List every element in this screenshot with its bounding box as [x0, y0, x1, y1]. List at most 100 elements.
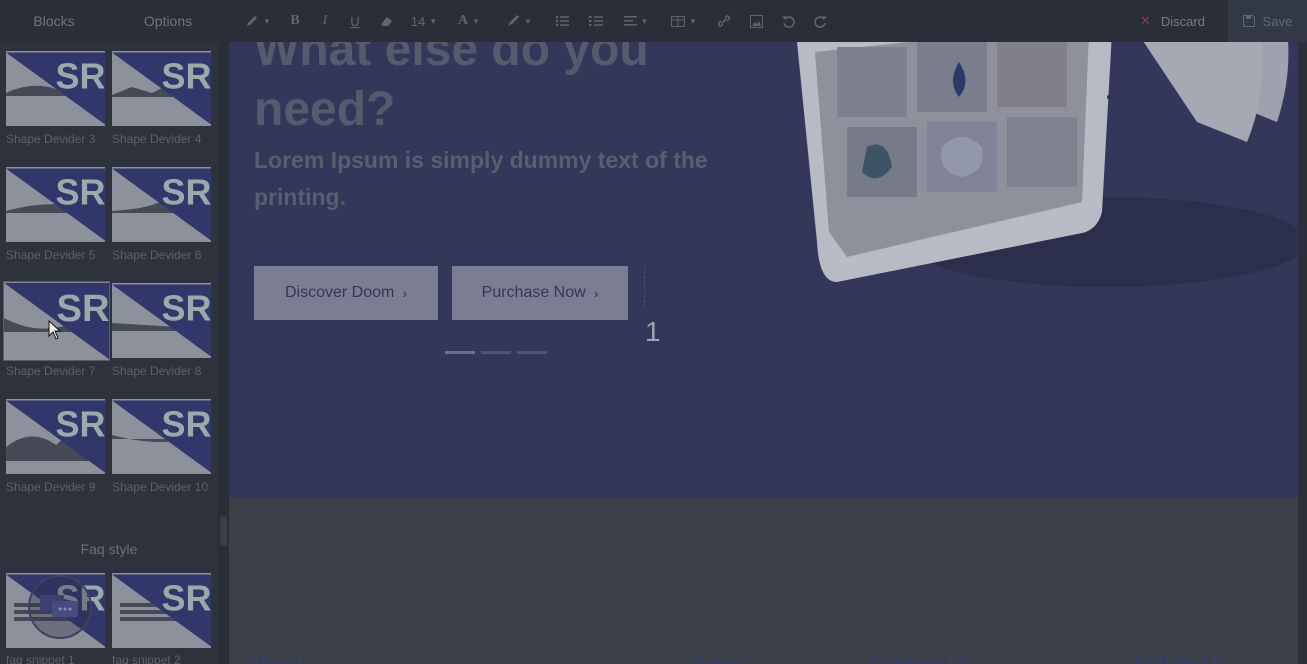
underline-icon[interactable]: U: [340, 0, 370, 42]
font-color-icon: A: [457, 13, 469, 28]
chat-icon: [40, 595, 78, 617]
svg-text:SR: SR: [162, 578, 212, 619]
footer-heading-follow: Follow Us: [1134, 654, 1228, 664]
block-thumbnail[interactable]: SR: [112, 283, 211, 358]
link-icon[interactable]: [708, 0, 740, 42]
brush-icon: [508, 15, 520, 26]
font-size-value: 14: [410, 13, 426, 29]
pen-tool-dropdown[interactable]: ▼: [236, 0, 280, 42]
sr-badge-icon: SR: [112, 400, 212, 473]
image-icon[interactable]: [740, 0, 772, 42]
align-left-icon: [623, 16, 637, 26]
sr-badge-icon: SR: [6, 168, 106, 241]
faq-section-heading: Faq style: [80, 541, 138, 557]
sr-badge-icon: SR: [6, 400, 106, 473]
block-label: faq snippet 2: [112, 653, 181, 664]
chevron-right-icon: ›: [593, 285, 599, 301]
block-label: Shape Devider 5: [6, 248, 96, 262]
content-section: [229, 498, 1298, 664]
discover-button[interactable]: Discover Doom ›: [254, 266, 438, 320]
block-thumbnail[interactable]: SR: [112, 51, 211, 126]
discover-button-label: Discover Doom: [284, 284, 395, 301]
italic-icon[interactable]: I: [310, 0, 340, 42]
block-label: Shape Devider 3: [6, 132, 96, 146]
sidebar-scrollbar[interactable]: [218, 42, 229, 664]
floppy-disk-icon: [1242, 15, 1255, 27]
block-label: Shape Devider 4: [112, 132, 202, 146]
table-dropdown[interactable]: ▼: [660, 0, 708, 42]
close-icon: ✕: [1140, 13, 1151, 28]
block-label: faq snippet 1: [6, 653, 75, 664]
hero-title: What else do you need?: [254, 42, 649, 136]
highlight-dropdown[interactable]: ▼: [494, 0, 544, 42]
sr-badge-icon: SR: [112, 284, 212, 357]
text-color-dropdown[interactable]: A ▼: [444, 0, 494, 42]
footer-heading-about: About: [246, 654, 304, 664]
mouse-cursor-icon: [48, 320, 62, 340]
slider-dot[interactable]: [517, 351, 547, 354]
chevron-down-icon: ▼: [640, 16, 649, 26]
block-thumbnail[interactable]: SR: [6, 167, 105, 242]
slider-dot[interactable]: [481, 351, 511, 354]
discard-label: Discard: [1160, 13, 1205, 29]
hero-section: What else do you need? Lorem Ipsum is si…: [229, 42, 1298, 498]
svg-text:SR: SR: [162, 404, 212, 445]
svg-text:SR: SR: [162, 288, 212, 329]
sidebar-scroll-thumb[interactable]: [220, 516, 227, 546]
block-label: Shape Devider 6: [112, 248, 202, 262]
tab-options[interactable]: Options: [108, 0, 228, 42]
block-thumbnail[interactable]: SR: [112, 167, 211, 242]
svg-text:SR: SR: [162, 172, 212, 213]
bold-icon[interactable]: B: [280, 0, 310, 42]
bullet-list-icon[interactable]: [544, 0, 580, 42]
chevron-down-icon: ▼: [263, 16, 271, 26]
font-size-select[interactable]: 14 ▼: [404, 0, 444, 42]
svg-text:SR: SR: [162, 56, 212, 97]
tab-blocks[interactable]: Blocks: [0, 0, 108, 42]
block-label: Shape Devider 7: [6, 364, 96, 378]
divider: [644, 266, 645, 308]
svg-text:SR: SR: [56, 404, 106, 445]
tablet-product-image: [797, 42, 1297, 287]
hero-subtitle: Lorem Ipsum is simply dummy text of the …: [254, 147, 708, 210]
faq-thumbnail[interactable]: SR: [112, 573, 211, 648]
footer-heading-contact: Contact Us: [868, 654, 974, 664]
block-thumbnail[interactable]: SR: [112, 399, 211, 474]
block-thumbnail[interactable]: SR: [6, 399, 105, 474]
chevron-down-icon: ▼: [689, 16, 697, 26]
chevron-down-icon: ▼: [429, 16, 438, 26]
footer-heading-pages: Pages: [690, 654, 749, 664]
discard-button[interactable]: ✕ Discard: [1140, 0, 1205, 42]
svg-text:SR: SR: [56, 56, 106, 97]
right-scrollbar[interactable]: [1298, 42, 1307, 664]
chevron-right-icon: ›: [402, 285, 408, 301]
block-label: Shape Devider 10: [112, 480, 209, 494]
save-label: Save: [1262, 13, 1293, 29]
purchase-button-label: Purchase Now: [481, 284, 586, 301]
eraser-icon[interactable]: [370, 0, 404, 42]
block-label: Shape Devider 9: [6, 480, 96, 494]
sr-badge-icon: SR: [112, 52, 212, 125]
chevron-down-icon: ▼: [524, 16, 532, 26]
chat-widget-button[interactable]: [28, 575, 92, 639]
undo-icon[interactable]: [772, 0, 804, 42]
block-thumbnail[interactable]: SR: [6, 51, 105, 126]
redo-icon[interactable]: [804, 0, 836, 42]
table-icon: [671, 15, 686, 27]
slider-dot-active[interactable]: [445, 351, 475, 354]
purchase-button[interactable]: Purchase Now ›: [452, 266, 628, 320]
top-toolbar: Blocks Options ▼ B I U 14 ▼ A ▼ ▼ ▼ ▼ ✕ Di…: [0, 0, 1307, 42]
chevron-down-icon: ▼: [472, 16, 481, 26]
svg-text:SR: SR: [57, 287, 110, 330]
svg-text:SR: SR: [56, 172, 106, 213]
block-label: Shape Devider 8: [112, 364, 202, 378]
align-dropdown[interactable]: ▼: [612, 0, 660, 42]
save-button[interactable]: Save: [1228, 0, 1307, 42]
blocks-sidebar: SR Shape Devider 3 SR Shape Devider 4 SR…: [0, 42, 218, 664]
sr-badge-icon: SR: [112, 574, 212, 647]
slide-counter: 1: [645, 316, 661, 347]
pen-icon: [247, 16, 258, 26]
sr-badge-icon: SR: [112, 168, 212, 241]
numbered-list-icon[interactable]: [580, 0, 612, 42]
sr-badge-icon: SR: [6, 52, 106, 125]
